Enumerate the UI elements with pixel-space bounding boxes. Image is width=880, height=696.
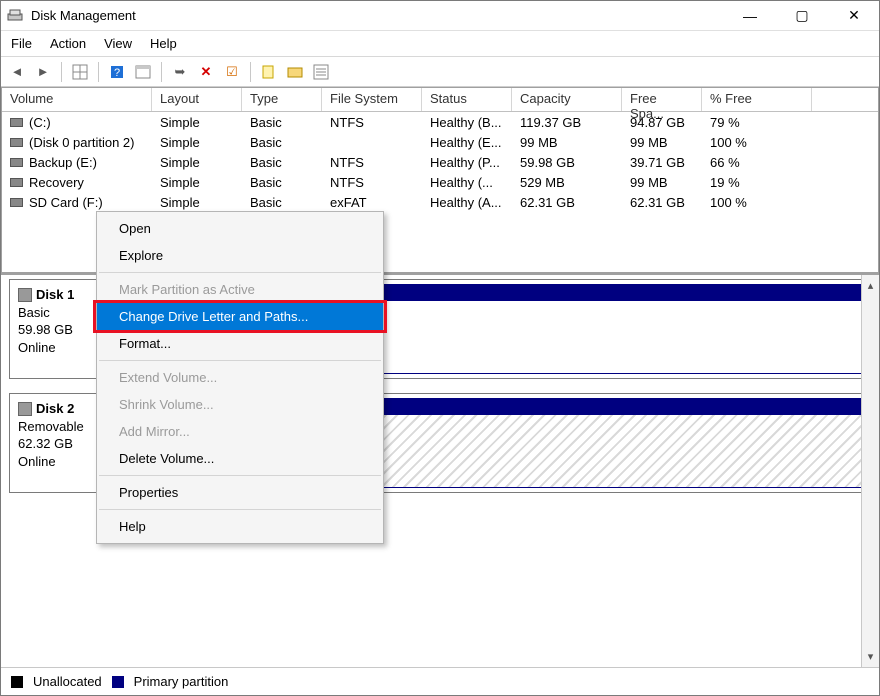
ctx-shrink: Shrink Volume... — [97, 391, 383, 418]
help-icon[interactable]: ? — [107, 62, 127, 82]
column-headers: Volume Layout Type File System Status Ca… — [2, 88, 878, 112]
window-title: Disk Management — [31, 8, 737, 23]
col-layout[interactable]: Layout — [152, 88, 242, 111]
context-menu: Open Explore Mark Partition as Active Ch… — [96, 211, 384, 544]
col-pctfree[interactable]: % Free — [702, 88, 812, 111]
col-status[interactable]: Status — [422, 88, 512, 111]
action-icon[interactable]: ➥ — [170, 62, 190, 82]
graphical-scrollbar[interactable]: ▴ ▾ — [861, 275, 879, 667]
delete-icon[interactable]: ✕ — [196, 62, 216, 82]
ctx-format[interactable]: Format... — [97, 330, 383, 357]
toolbar-grid-icon[interactable] — [70, 62, 90, 82]
ctx-extend: Extend Volume... — [97, 364, 383, 391]
volume-icon — [10, 198, 23, 207]
forward-button[interactable]: ► — [33, 62, 53, 82]
legend-unallocated-label: Unallocated — [33, 674, 102, 689]
disk-icon — [18, 402, 32, 416]
col-type[interactable]: Type — [242, 88, 322, 111]
table-row[interactable]: Backup (E:)SimpleBasicNTFSHealthy (P...5… — [2, 152, 878, 172]
check-icon[interactable]: ☑ — [222, 62, 242, 82]
minimize-button[interactable]: — — [737, 3, 763, 29]
legend-unallocated-swatch — [11, 676, 23, 688]
table-row[interactable]: RecoverySimpleBasicNTFSHealthy (...529 M… — [2, 172, 878, 192]
titlebar: Disk Management — ▢ ✕ — [1, 1, 879, 31]
table-row[interactable]: SD Card (F:)SimpleBasicexFATHealthy (A..… — [2, 192, 878, 212]
col-free[interactable]: Free Spa... — [622, 88, 702, 111]
legend-primary-swatch — [112, 676, 124, 688]
menu-file[interactable]: File — [11, 36, 32, 51]
maximize-button[interactable]: ▢ — [789, 3, 815, 29]
volume-icon — [10, 158, 23, 167]
svg-text:?: ? — [114, 67, 120, 79]
ctx-mirror: Add Mirror... — [97, 418, 383, 445]
ctx-properties[interactable]: Properties — [97, 479, 383, 506]
scroll-up-icon[interactable]: ▴ — [868, 279, 874, 292]
legend-primary-label: Primary partition — [134, 674, 229, 689]
volume-icon — [10, 118, 23, 127]
ctx-change-drive-letter[interactable]: Change Drive Letter and Paths... — [97, 303, 383, 330]
ctx-help[interactable]: Help — [97, 513, 383, 540]
list-icon[interactable] — [311, 62, 331, 82]
new-icon[interactable] — [259, 62, 279, 82]
menu-action[interactable]: Action — [50, 36, 86, 51]
back-button[interactable]: ◄ — [7, 62, 27, 82]
volume-icon — [10, 178, 23, 187]
ctx-explore[interactable]: Explore — [97, 242, 383, 269]
table-row[interactable]: (Disk 0 partition 2)SimpleBasicHealthy (… — [2, 132, 878, 152]
scroll-down-icon[interactable]: ▾ — [868, 650, 874, 663]
volume-icon — [10, 138, 23, 147]
app-icon — [7, 8, 23, 24]
disk-management-window: Disk Management — ▢ ✕ File Action View H… — [0, 0, 880, 696]
col-capacity[interactable]: Capacity — [512, 88, 622, 111]
table-row[interactable]: (C:)SimpleBasicNTFSHealthy (B...119.37 G… — [2, 112, 878, 132]
menu-view[interactable]: View — [104, 36, 132, 51]
folder-icon[interactable] — [285, 62, 305, 82]
calendar-icon[interactable] — [133, 62, 153, 82]
ctx-mark-active: Mark Partition as Active — [97, 276, 383, 303]
ctx-delete[interactable]: Delete Volume... — [97, 445, 383, 472]
col-volume[interactable]: Volume — [2, 88, 152, 111]
col-filesystem[interactable]: File System — [322, 88, 422, 111]
ctx-open[interactable]: Open — [97, 215, 383, 242]
legend: Unallocated Primary partition — [1, 667, 879, 695]
menubar: File Action View Help — [1, 31, 879, 57]
toolbar: ◄ ► ? ➥ ✕ ☑ — [1, 57, 879, 87]
menu-help[interactable]: Help — [150, 36, 177, 51]
disk-icon — [18, 288, 32, 302]
close-button[interactable]: ✕ — [841, 3, 867, 29]
